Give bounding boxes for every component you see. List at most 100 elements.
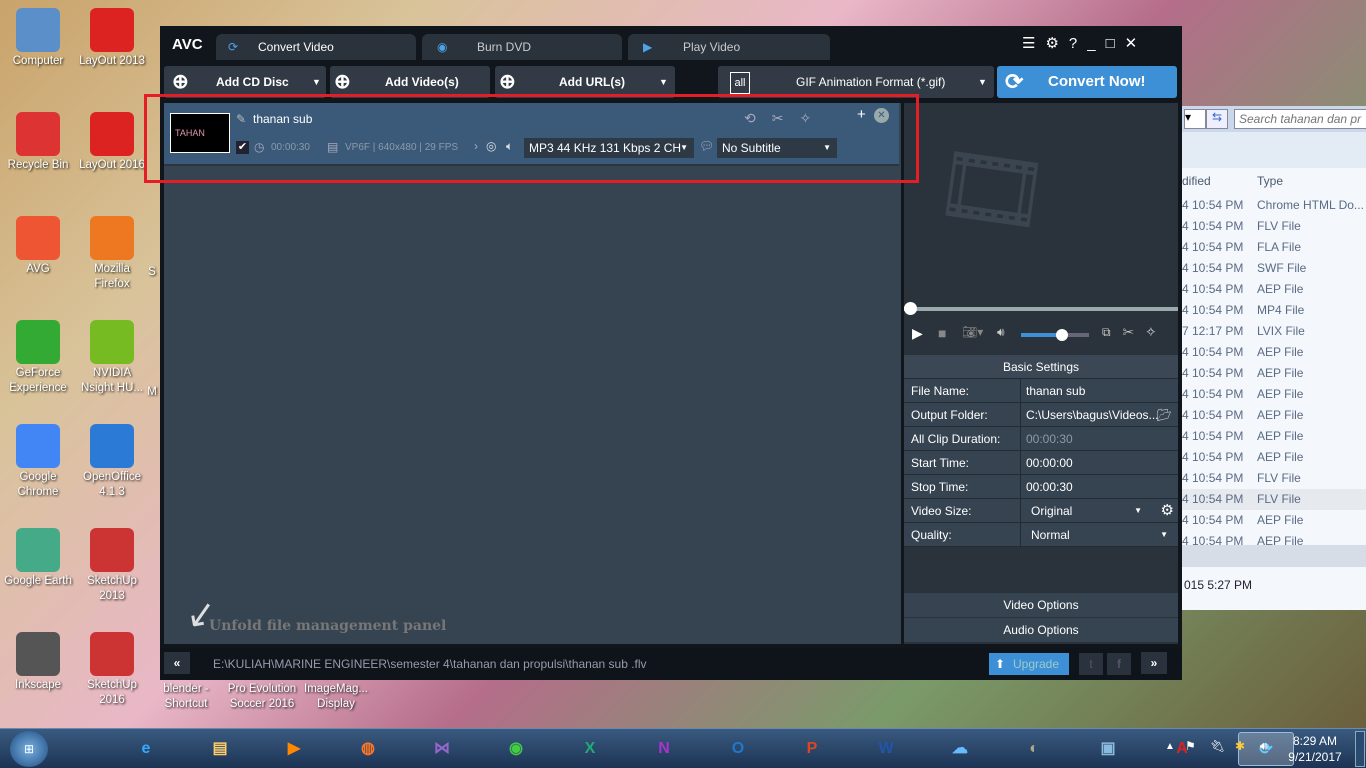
file-row[interactable]: 7 12:17 PM LVIX File [1180, 321, 1366, 342]
desktop-icon[interactable]: Mozilla Firefox [76, 216, 148, 292]
desktop-icon[interactable]: NVIDIA Nsight HU... [76, 320, 148, 396]
tab-convert-video[interactable]: ⟳ Convert Video [216, 34, 416, 60]
column-modified[interactable]: dified [1182, 174, 1211, 188]
scissors-icon[interactable]: ✂ [1123, 325, 1147, 339]
video-options-button[interactable]: Video Options [904, 593, 1178, 617]
file-row[interactable]: 4 10:54 PM FLV File [1180, 216, 1366, 237]
internet-explorer-icon[interactable]: e [118, 732, 174, 766]
desktop-icon[interactable]: AVG [2, 216, 74, 277]
snapshot-camera-icon[interactable]: 📷︎▾ [962, 325, 983, 339]
facebook-icon[interactable]: f [1107, 653, 1131, 675]
desktop-icon[interactable]: Inkscape [2, 632, 74, 693]
play-button[interactable]: ▶ [912, 325, 923, 342]
desktop-icon[interactable]: LayOut 2013 [76, 8, 148, 69]
file-row[interactable]: 4 10:54 PM AEP File [1180, 405, 1366, 426]
volume-tray-icon[interactable]: 🔊︎ [1260, 739, 1268, 754]
desktop-icon[interactable]: GeForce Experience [2, 320, 74, 396]
file-row[interactable]: 4 10:54 PM FLV File [1180, 468, 1366, 489]
refresh-icon[interactable]: ⇆ [1206, 109, 1228, 129]
file-explorer-icon[interactable]: ▤ [192, 732, 248, 766]
explorer-scrollbar[interactable] [1180, 545, 1366, 567]
desktop-icon[interactable]: Google Earth [2, 528, 74, 589]
log-icon[interactable]: ☰ [1022, 35, 1045, 52]
unfold-panel-button[interactable]: « [164, 652, 190, 674]
openoffice-icon[interactable]: ☁ [932, 732, 988, 766]
volume-handle[interactable] [1055, 329, 1068, 341]
file-row[interactable]: 4 10:54 PM FLV File [1180, 489, 1366, 510]
clock[interactable]: 8:29 AM 9/21/2017 [1285, 733, 1345, 765]
photo-viewer-icon[interactable]: ▣ [1080, 732, 1136, 766]
seek-bar[interactable] [904, 307, 1178, 311]
audio-options-button[interactable]: Audio Options [904, 618, 1178, 642]
file-row[interactable]: 4 10:54 PM MP4 File [1180, 300, 1366, 321]
setting-value[interactable]: C:\Users\bagus\Videos... 📂︎ [1020, 403, 1178, 427]
desktop-icon[interactable]: Google Chrome [2, 424, 74, 500]
excel-icon[interactable]: X [562, 732, 618, 766]
desktop-icon-partial[interactable]: M [142, 385, 162, 400]
onenote-icon[interactable]: N [636, 732, 692, 766]
minimize-icon[interactable]: _ [1087, 35, 1105, 52]
file-row[interactable]: 4 10:54 PM AEP File [1180, 447, 1366, 468]
desktop-icon[interactable]: LayOut 2016 [76, 112, 148, 173]
firefox-icon[interactable]: ◍ [340, 732, 396, 766]
powerpoint-icon[interactable]: P [784, 732, 840, 766]
desktop-icon[interactable]: ImageMag... Display [300, 682, 372, 712]
setting-value[interactable]: thanan sub [1020, 379, 1178, 403]
volume-icon[interactable]: 🔊︎ [997, 325, 1005, 340]
expand-button[interactable]: » [1141, 652, 1167, 674]
folder-open-icon[interactable]: 📂︎ [1157, 403, 1172, 427]
show-desktop-button[interactable] [1355, 731, 1365, 767]
media-player-icon[interactable]: ▶ [266, 732, 322, 766]
tab-burn-dvd[interactable]: ◉ Burn DVD [422, 34, 622, 60]
wand-icon[interactable]: ✧ [1146, 325, 1168, 339]
power-icon[interactable]: 🔌︎ [1210, 739, 1225, 753]
start-button[interactable]: ⊞ [10, 731, 48, 767]
file-row[interactable]: 4 10:54 PM SWF File [1180, 258, 1366, 279]
merge-icon[interactable]: ⧉ [1102, 325, 1123, 339]
show-hidden-icons[interactable]: ▲ [1165, 741, 1175, 752]
maximize-icon[interactable]: □ [1106, 35, 1125, 52]
setting-value[interactable]: Original ▼ ⚙ [1020, 499, 1178, 523]
help-icon[interactable]: ? [1069, 35, 1087, 52]
desktop-icon[interactable]: Pro Evolution Soccer 2016 [226, 682, 298, 712]
acrobat-icon[interactable]: A [1154, 732, 1210, 766]
gear-icon[interactable]: ⚙ [1161, 499, 1174, 523]
setting-value[interactable]: 00:00:00 [1020, 451, 1178, 475]
desktop-icon[interactable]: SketchUp 2013 [76, 528, 148, 604]
close-icon[interactable]: ✕ [1125, 35, 1148, 52]
outlook-icon[interactable]: O [710, 732, 766, 766]
seek-handle[interactable] [904, 302, 917, 315]
column-type[interactable]: Type [1257, 174, 1283, 188]
stop-button[interactable]: ■ [938, 325, 946, 341]
twitter-icon[interactable]: t [1079, 653, 1103, 675]
file-row[interactable]: 4 10:54 PM AEP File [1180, 510, 1366, 531]
file-row[interactable]: 4 10:54 PM AEP File [1180, 342, 1366, 363]
file-row[interactable]: 4 10:54 PM AEP File [1180, 279, 1366, 300]
convert-now-button[interactable]: ⟳ Convert Now! [997, 66, 1177, 98]
gimp-icon[interactable]: ◐ [1006, 732, 1062, 766]
basic-settings-title[interactable]: Basic Settings [904, 355, 1178, 379]
desktop-icon[interactable]: Recycle Bin [2, 112, 74, 173]
desktop-icon[interactable]: Computer [2, 8, 74, 69]
file-row[interactable]: 4 10:54 PM Chrome HTML Do... [1180, 195, 1366, 216]
settings-gear-icon[interactable]: ⚙ [1045, 35, 1068, 52]
desktop-icon[interactable]: blender - Shortcut [150, 682, 222, 712]
network-icon[interactable]: ✱ [1235, 739, 1245, 753]
setting-value[interactable]: Normal ▼ [1020, 523, 1178, 547]
desktop-icon[interactable]: SketchUp 2016 [76, 632, 148, 708]
visual-studio-icon[interactable]: ⋈ [414, 732, 470, 766]
explorer-search-input[interactable] [1234, 109, 1366, 129]
file-row[interactable]: 4 10:54 PM FLA File [1180, 237, 1366, 258]
setting-value[interactable]: 00:00:30 [1020, 475, 1178, 499]
desktop-icon[interactable]: OpenOffice 4.1.3 [76, 424, 148, 500]
tab-play-video[interactable]: ▶ Play Video [628, 34, 830, 60]
upgrade-button[interactable]: ⬆ Upgrade [989, 653, 1069, 675]
file-row[interactable]: 4 10:54 PM AEP File [1180, 426, 1366, 447]
file-row[interactable]: 4 10:54 PM AEP File [1180, 384, 1366, 405]
desktop-icon-partial[interactable]: S [142, 265, 162, 280]
chrome-icon[interactable]: ◉ [488, 732, 544, 766]
action-center-flag-icon[interactable]: ⚑ [1185, 739, 1196, 753]
file-row[interactable]: 4 10:54 PM AEP File [1180, 363, 1366, 384]
dropdown-arrow[interactable]: ▾ [1184, 109, 1206, 129]
word-icon[interactable]: W [858, 732, 914, 766]
